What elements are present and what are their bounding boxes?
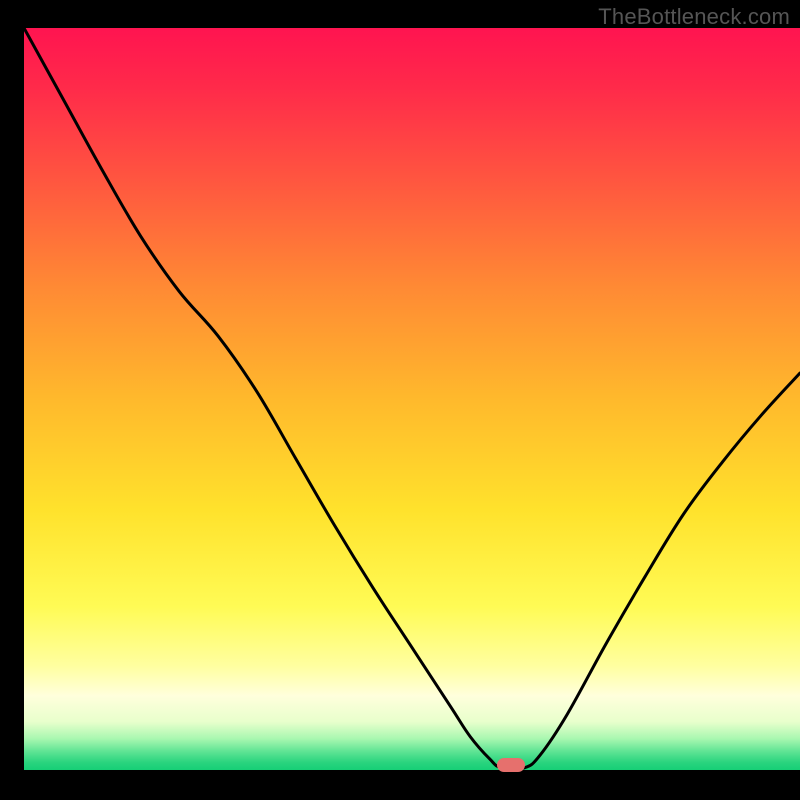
bottleneck-chart (24, 28, 800, 770)
optimal-marker-icon (497, 758, 525, 772)
watermark-label: TheBottleneck.com (598, 4, 790, 30)
gradient-background (24, 28, 800, 770)
chart-frame: TheBottleneck.com (12, 0, 800, 788)
